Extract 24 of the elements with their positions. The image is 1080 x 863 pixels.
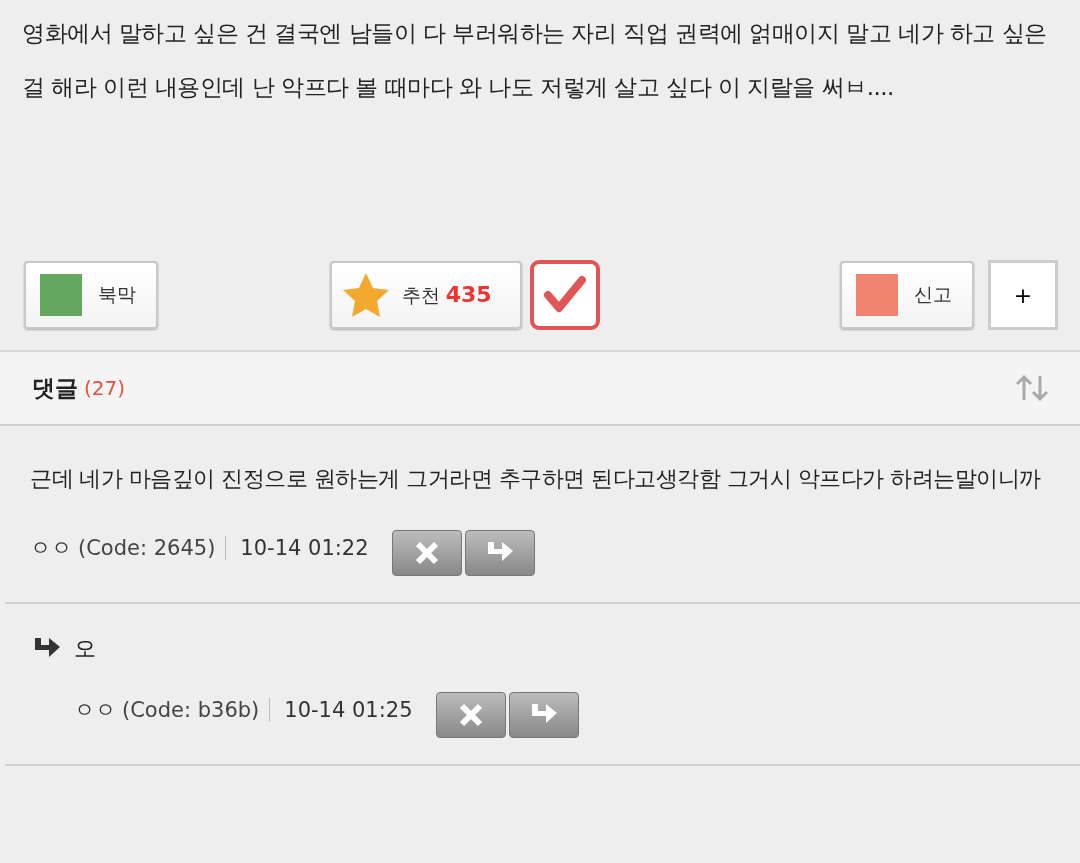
author-name: ㅇㅇ: [74, 697, 116, 724]
recommend-button[interactable]: 추천 435: [329, 261, 522, 329]
comment-time: 10-14 01:22: [240, 536, 369, 560]
reply-text: 오: [74, 635, 96, 663]
user-code: (Code: 2645): [78, 536, 227, 560]
star-icon: [341, 272, 390, 318]
comment-text: 근데 네가 마음깊이 진정으로 원하는게 그거라면 추구하면 된다고생각함 그거시 악프다가 하려는말이니까: [30, 465, 1042, 493]
delete-button[interactable]: [435, 692, 506, 738]
report-button[interactable]: 신고: [840, 261, 974, 329]
delete-button[interactable]: [391, 530, 462, 576]
bookmark-button[interactable]: 북막: [24, 261, 158, 329]
check-button[interactable]: [529, 260, 600, 330]
reply-button[interactable]: [508, 692, 579, 738]
comment-time: 10-14 01:25: [284, 698, 413, 722]
more-button[interactable]: +: [988, 260, 1058, 330]
square-icon: [40, 274, 82, 316]
post-body: 영화에서 말하고 싶은 건 결국엔 남들이 다 부러워하는 자리 직업 권력에 얽매이지 말고 네가 하고 싶은 걸 해라 이런 내용인데 난 악프다 볼 때마다 와 나도 저렇게 살고 싶다 이 지랄을 써ㅂ....: [21, 19, 1048, 102]
square-icon: [856, 274, 898, 316]
comment-count: (27): [84, 376, 126, 400]
reply-button[interactable]: [464, 530, 535, 576]
comments-title: 댓글: [32, 373, 78, 403]
author-name: ㅇㅇ: [30, 535, 72, 562]
user-code: (Code: b36b): [122, 698, 271, 722]
checkmark-icon: [542, 275, 587, 315]
